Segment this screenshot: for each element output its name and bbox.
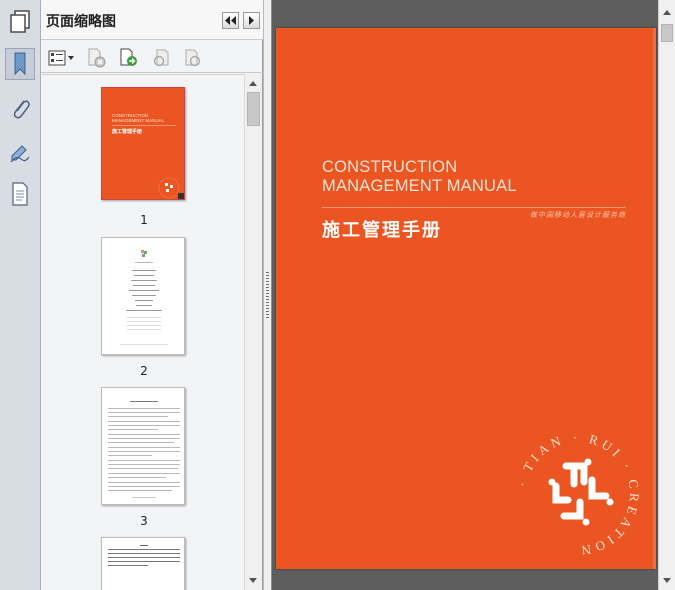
cover-title-en-line2: MANAGEMENT MANUAL [322,177,517,195]
cover-subtitle: 做中国移动人居设计服务商 [530,211,626,219]
page-thumbnails-icon[interactable] [5,178,35,210]
cover-title-zh: 施工管理手册 [322,220,442,241]
document-scrollbar[interactable] [658,0,675,590]
cover-page: CONSTRUCTION MANAGEMENT MANUAL 做中国移动人居设计… [276,28,656,569]
doc-scroll-up-arrow-icon[interactable] [659,4,675,20]
cover-title-en-line1: CONSTRUCTION [322,158,458,176]
undo-icon [153,49,169,67]
page-thumbnail-3[interactable] [101,387,185,505]
panel-title: 页面缩略图 [46,14,116,30]
thumb-logo-icon [141,250,147,257]
thumbnail-scrollbar[interactable] [244,74,262,590]
chevron-right-icon [249,16,254,25]
redo-button[interactable] [182,47,204,69]
page-thumbnail-4[interactable] [101,537,185,590]
signature-icon[interactable] [5,136,35,168]
insert-page-button[interactable] [118,47,140,69]
insert-page-icon [120,48,137,66]
options-menu-button[interactable] [47,47,75,69]
doc-scroll-thumb[interactable] [661,24,673,42]
expand-panel-button[interactable] [243,12,260,29]
page-thumbnail-2[interactable] [101,237,185,355]
page-number-1: 1 [140,213,148,227]
seal-text: · TIAN · RUI · CREATION [514,430,638,558]
double-chevron-left-icon [225,16,236,25]
doc-scroll-down-arrow-icon[interactable] [659,572,675,588]
thumbnail-scroll-thumb[interactable] [247,92,260,126]
delete-page-icon [88,48,106,68]
options-menu-icon [48,50,74,66]
bookmark-icon[interactable] [5,48,35,80]
document-view: CONSTRUCTION MANAGEMENT MANUAL 做中国移动人居设计… [272,0,658,590]
scroll-down-arrow-icon[interactable] [245,572,261,588]
splitter-grip-icon[interactable] [266,272,269,318]
brand-seal-icon: · TIAN · RUI · CREATION [514,430,642,558]
delete-page-button[interactable] [85,47,107,69]
page-thumbnail-1[interactable]: CONSTRUCTION MANAGEMENT MANUAL 施工管理手册 [101,87,185,200]
cover-edge-stripe [653,28,656,569]
thumb-cover-title-zh: 施工管理手册 [112,129,143,135]
panel-toolbar [41,41,263,73]
redo-icon [185,49,201,67]
navigation-tool-strip [0,0,41,590]
page-thumbnails-panel: 页面缩略图 CONSTRUCTION MANAGEMENT MANUAL 施工管… [41,0,263,590]
scroll-up-arrow-icon[interactable] [245,75,261,91]
panel-header: 页面缩略图 [41,0,263,40]
page-number-3: 3 [140,514,148,528]
attachment-icon[interactable] [5,92,35,124]
cover-divider [322,207,626,208]
collapse-panel-button[interactable] [222,12,239,29]
undo-button[interactable] [150,47,172,69]
thumb-cover-title-en-2: MANAGEMENT MANUAL [112,118,165,123]
thumbnail-list: CONSTRUCTION MANAGEMENT MANUAL 施工管理手册 1 [42,74,244,590]
page-number-2: 2 [140,364,148,378]
pages-icon[interactable] [5,6,35,38]
svg-text:· TIAN · RUI · CREATION: · TIAN · RUI · CREATION [514,430,642,558]
panel-splitter[interactable] [263,0,272,590]
